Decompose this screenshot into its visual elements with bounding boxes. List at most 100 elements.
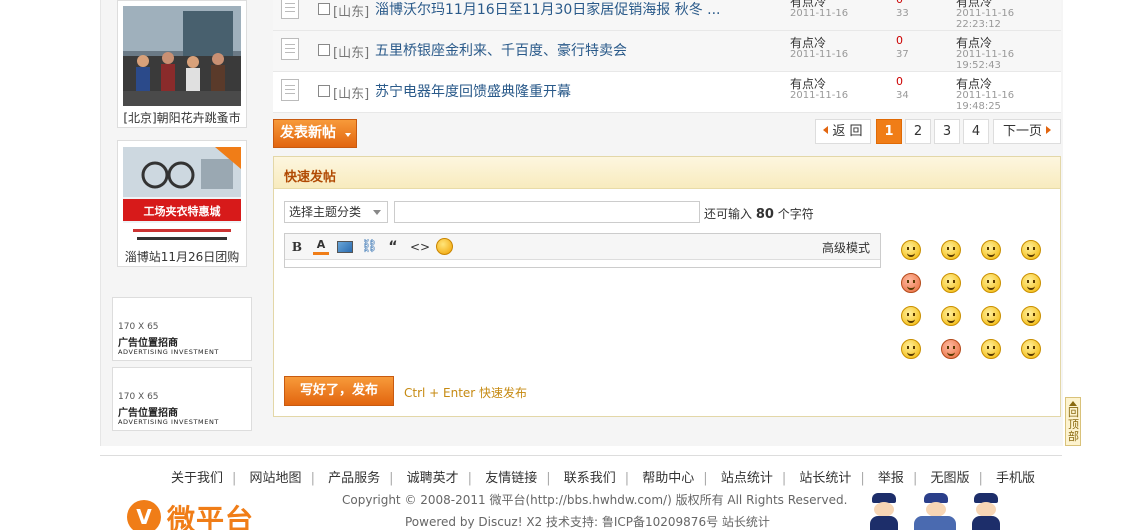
page-4-button[interactable]: 4	[963, 119, 989, 144]
smiley-icon[interactable]	[436, 238, 453, 255]
last-post-time[interactable]: 2011-11-16 19:52:43	[956, 49, 1061, 71]
footer-link-site-stats[interactable]: 站点统计	[712, 471, 782, 486]
table-row[interactable]: [山东] 苏宁电器年度回馈盛典隆重开幕 有点冷 2011-11-16 0 34 …	[273, 72, 1061, 113]
smiley-icon[interactable]	[1021, 306, 1041, 326]
thread-region[interactable]: [山东]	[333, 1, 369, 20]
smiley-icon[interactable]	[901, 339, 921, 359]
thread-region[interactable]: [山东]	[333, 83, 369, 102]
smiley-icon[interactable]	[1021, 339, 1041, 359]
thread-title-link[interactable]: 五里桥银座金利来、千百度、豪行特卖会	[375, 40, 627, 60]
footer-link-admin-stats[interactable]: 站长统计	[790, 471, 860, 486]
editor-toolbar: B A ⛓ “ <> 高级模式	[285, 234, 880, 260]
ad-title: 广告位置招商	[118, 408, 178, 419]
footer-link-sitemap[interactable]: 网站地图	[241, 471, 311, 486]
body-shape	[972, 516, 1000, 530]
smiley-icon[interactable]	[1021, 273, 1041, 293]
separator: |	[467, 471, 473, 486]
footer-link-noimage[interactable]: 无图版	[921, 471, 978, 486]
police-badge-icon[interactable]	[966, 487, 1006, 530]
thread-region[interactable]: [山东]	[333, 42, 369, 61]
smiley-icon[interactable]	[901, 273, 921, 293]
photo-caption[interactable]: [北京]朝阳花卉跳蚤市	[118, 109, 246, 126]
quote-button[interactable]: “	[387, 239, 399, 255]
logo-text: 微平台	[167, 503, 255, 530]
smiley-icon[interactable]	[941, 240, 961, 260]
police-car-icon[interactable]	[910, 487, 960, 530]
thread-date: 2011-11-16	[790, 49, 849, 60]
ad-slot[interactable]: 170 X 65 广告位置招商 ADVERTISING INVESTMENT	[112, 367, 252, 431]
back-to-top-button[interactable]: 回顶部	[1065, 397, 1081, 446]
thread-title-link[interactable]: 苏宁电器年度回馈盛典隆重开幕	[375, 81, 571, 101]
advanced-mode-link[interactable]: 高级模式	[822, 239, 870, 256]
smiley-icon[interactable]	[1021, 240, 1041, 260]
thread-date: 2011-11-16	[790, 90, 849, 101]
category-select[interactable]: 选择主题分类	[284, 201, 388, 223]
flea-market-photo	[123, 6, 241, 106]
photo-card[interactable]: 工场夹衣特惠城 淄博站11月26日团购	[117, 140, 247, 267]
site-logo[interactable]: V 微平台	[127, 496, 267, 530]
bold-button[interactable]: B	[290, 239, 304, 255]
thread-title-link[interactable]: 淄博沃尔玛11月16日至11月30日家居促销海报 秋冬 ...	[375, 0, 721, 19]
footer-link-help[interactable]: 帮助中心	[633, 471, 703, 486]
footer-divider	[100, 455, 1062, 456]
last-post-time[interactable]: 2011-11-16 22:23:12	[956, 8, 1061, 30]
separator: |	[860, 471, 865, 486]
pager-back-button[interactable]: 返 回	[815, 119, 871, 144]
remaining-prefix: 还可输入	[704, 207, 753, 221]
smiley-icon[interactable]	[981, 240, 1001, 260]
last-post-time[interactable]: 2011-11-16 19:48:25	[956, 90, 1061, 112]
separator: |	[781, 471, 787, 486]
smiley-icon[interactable]	[901, 240, 921, 260]
back-to-top-label: 回顶部	[1068, 406, 1079, 443]
page-2-button[interactable]: 2	[905, 119, 931, 144]
footer-link-jobs[interactable]: 诚聘英才	[398, 471, 468, 486]
row-checkbox[interactable]	[318, 3, 330, 15]
photo-card[interactable]: [北京]朝阳花卉跳蚤市	[117, 0, 247, 128]
code-button[interactable]: <>	[410, 239, 430, 255]
message-editor[interactable]: B A ⛓ “ <> 高级模式	[284, 233, 881, 268]
face-shape	[926, 502, 946, 517]
promo-banner-text: 工场夹衣特惠城	[143, 205, 221, 218]
pager-next-label: 下一页	[1002, 124, 1042, 139]
body-shape	[870, 516, 898, 530]
quick-post-panel: 快速发帖 选择主题分类 还可输入 80 个字符 B A ⛓ “ <> 高级模式	[273, 156, 1061, 417]
category-select-value: 选择主题分类	[289, 205, 362, 219]
copyright-text: Copyright © 2008-2011 微平台(http://bbs.hwh…	[342, 493, 848, 507]
smiley-icon[interactable]	[901, 306, 921, 326]
photo-caption[interactable]: 淄博站11月26日团购	[118, 248, 246, 265]
table-row[interactable]: [山东] 淄博沃尔玛11月16日至11月30日家居促销海报 秋冬 ... 有点冷…	[273, 0, 1061, 31]
smiley-icon[interactable]	[941, 339, 961, 359]
publish-button[interactable]: 写好了，发布	[284, 376, 394, 406]
pager-next-button[interactable]: 下一页	[993, 119, 1061, 144]
footer-link-products[interactable]: 产品服务	[319, 471, 389, 486]
footer-link-contact[interactable]: 联系我们	[555, 471, 625, 486]
row-checkbox[interactable]	[318, 85, 330, 97]
table-row[interactable]: [山东] 五里桥银座金利来、千百度、豪行特卖会 有点冷 2011-11-16 0…	[273, 31, 1061, 72]
thread-views: 33	[896, 8, 909, 19]
smiley-icon[interactable]	[981, 339, 1001, 359]
powered-by-text: Powered by Discuz! X2 技术支持: 鲁ICP备1020987…	[405, 515, 770, 529]
ad-slot[interactable]: 170 X 65 广告位置招商 ADVERTISING INVESTMENT	[112, 297, 252, 361]
page-1-button[interactable]: 1	[876, 119, 902, 144]
smiley-icon[interactable]	[941, 273, 961, 293]
footer-link-report[interactable]: 举报	[869, 471, 913, 486]
new-post-button[interactable]: 发表新帖	[273, 119, 357, 148]
link-icon[interactable]: ⛓	[361, 239, 378, 255]
smiley-icon[interactable]	[941, 306, 961, 326]
arrow-right-icon	[1046, 126, 1051, 134]
image-icon[interactable]	[337, 241, 353, 253]
smiley-icon[interactable]	[981, 306, 1001, 326]
footer-link-friends[interactable]: 友情链接	[476, 471, 546, 486]
footer-link-mobile[interactable]: 手机版	[987, 471, 1044, 486]
remaining-suffix: 个字符	[777, 207, 814, 221]
police-badge-icon[interactable]	[864, 487, 904, 530]
font-color-button[interactable]: A	[313, 239, 329, 255]
separator: |	[624, 471, 630, 486]
page-3-button[interactable]: 3	[934, 119, 960, 144]
logo-mark: V	[127, 500, 161, 530]
smiley-icon[interactable]	[981, 273, 1001, 293]
remaining-chars: 还可输入 80 个字符	[704, 205, 814, 222]
row-checkbox[interactable]	[318, 44, 330, 56]
subject-input[interactable]	[394, 201, 700, 223]
footer-link-about[interactable]: 关于我们	[162, 471, 232, 486]
